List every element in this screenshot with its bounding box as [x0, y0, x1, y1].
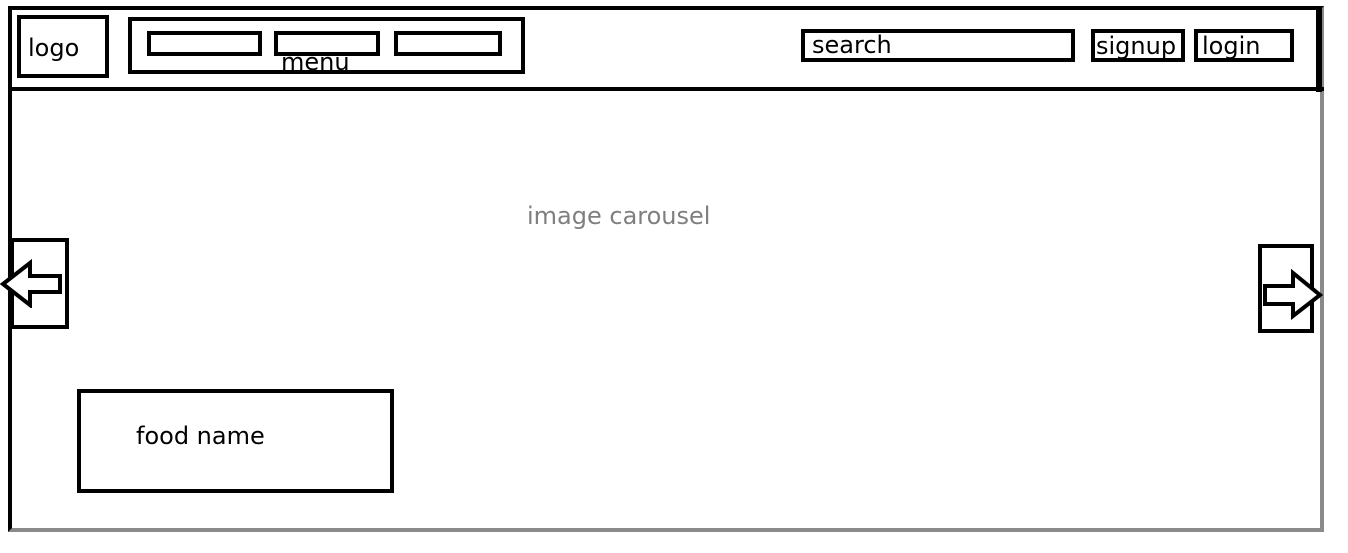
menu-item-3[interactable] [394, 31, 502, 56]
menu-label: menu [281, 48, 350, 76]
search-placeholder: search [812, 31, 892, 59]
login-label: login [1202, 32, 1261, 60]
header-divider [8, 87, 1324, 91]
arrow-left-icon[interactable] [0, 258, 64, 308]
logo-label: logo [28, 34, 80, 62]
frame-shadow [1316, 6, 1322, 92]
arrow-right-icon[interactable] [1262, 268, 1326, 320]
menu-item-1[interactable] [147, 31, 262, 56]
carousel-label: image carousel [527, 202, 711, 230]
signup-label: signup [1096, 32, 1177, 60]
food-name-label: food name [136, 422, 265, 450]
